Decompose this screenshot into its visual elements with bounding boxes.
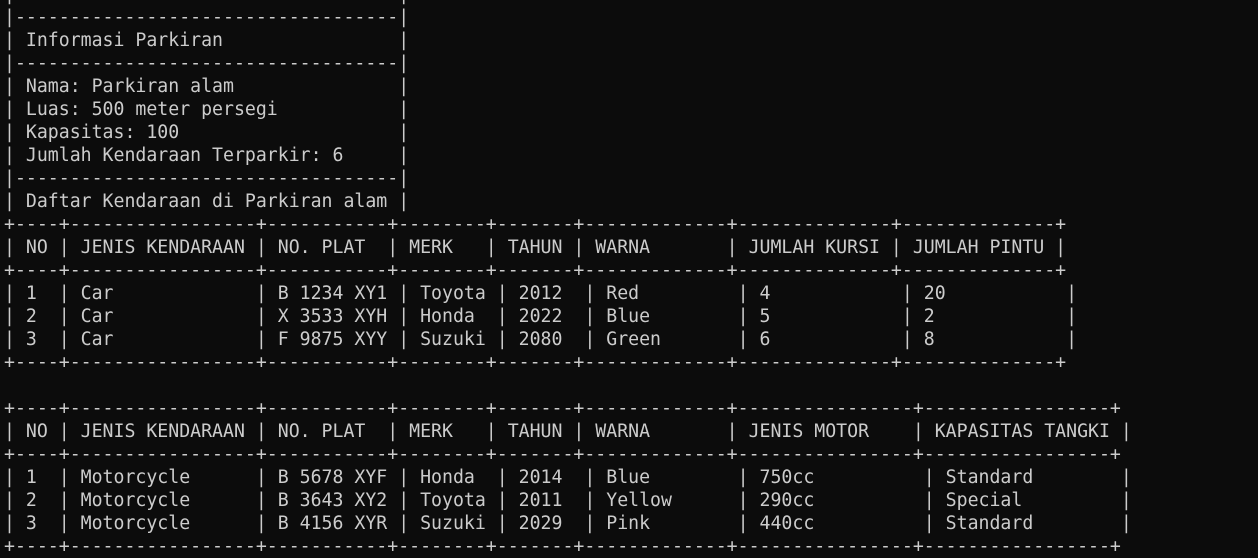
terminal-line: | Kapasitas: 100 | xyxy=(4,122,410,143)
terminal-line: | Jumlah Kendaraan Terparkir: 6 | xyxy=(4,145,410,166)
terminal-line: | Luas: 500 meter persegi | xyxy=(4,99,410,120)
terminal-line: | NO | JENIS KENDARAAN | NO. PLAT | MERK… xyxy=(4,237,1067,258)
terminal-line: +----+-----------------+-----------+----… xyxy=(4,352,1067,373)
terminal-line: | Informasi Parkiran | xyxy=(4,30,410,51)
terminal-line: +----+-----------------+-----------+----… xyxy=(4,214,1067,235)
terminal-line: | NO | JENIS KENDARAAN | NO. PLAT | MERK… xyxy=(4,421,1132,442)
terminal-line: |-----------------------------------| xyxy=(4,53,410,74)
terminal-line: +----+-----------------+-----------+----… xyxy=(4,536,1121,557)
terminal-line: |-----------------------------------| xyxy=(4,168,410,189)
terminal-line: | 1 | Car | B 1234 XY1 | Toyota | 2012 |… xyxy=(4,283,1078,304)
terminal-line: | 2 | Car | X 3533 XYH | Honda | 2022 | … xyxy=(4,306,1078,327)
terminal-line: +----+-----------------+-----------+----… xyxy=(4,398,1121,419)
terminal-line: | 3 | Motorcycle | B 4156 XYR | Suzuki |… xyxy=(4,513,1132,534)
terminal-line: +----+-----------------+-----------+----… xyxy=(4,444,1121,465)
terminal-line: +----+-----------------+-----------+----… xyxy=(4,260,1067,281)
terminal-line: |-----------------------------------| xyxy=(4,7,410,28)
terminal-line: | Nama: Parkiran alam | xyxy=(4,76,410,97)
terminal-output: |-----------------------------------| |--… xyxy=(4,0,1132,558)
terminal-line: | 2 | Motorcycle | B 3643 XY2 | Toyota |… xyxy=(4,490,1132,511)
terminal-line: | 1 | Motorcycle | B 5678 XYF | Honda | … xyxy=(4,467,1132,488)
terminal-line: | Daftar Kendaraan di Parkiran alam | xyxy=(4,191,410,212)
terminal-line: | 3 | Car | F 9875 XYY | Suzuki | 2080 |… xyxy=(4,329,1078,350)
